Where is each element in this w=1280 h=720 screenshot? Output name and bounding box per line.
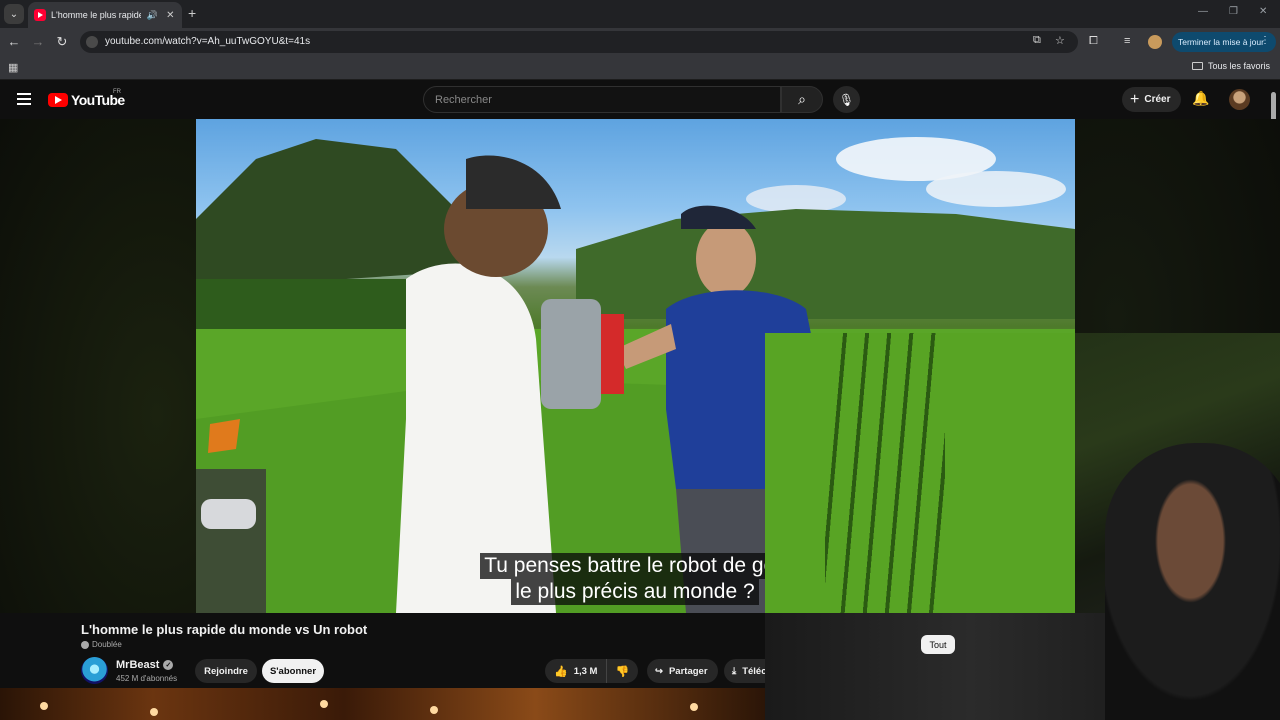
update-button-label: Terminer la mise à jour	[1178, 37, 1264, 47]
close-icon[interactable]: ✕	[165, 10, 176, 21]
subscriber-count: 452 M d'abonnés	[116, 674, 178, 683]
streamer-person	[1105, 443, 1280, 720]
subtitle-line-2: le plus précis au monde ?	[511, 579, 759, 605]
dubbed-voice-icon	[81, 640, 89, 649]
thumbs-up-icon: 👍	[554, 665, 568, 678]
voice-search-button[interactable]: 🎙	[833, 86, 860, 113]
share-arrow-icon: ↪	[655, 665, 663, 677]
search-box	[423, 86, 781, 113]
share-label: Partager	[668, 665, 708, 677]
bookmark-star-icon[interactable]: ☆	[1055, 34, 1065, 47]
browser-toolbar: ← → ↻ youtube.com/watch?v=Ah_uuTwGOYU&t=…	[0, 28, 1280, 56]
search-input[interactable]	[424, 87, 780, 112]
subtitle-line-1: Tu penses battre le robot de golf	[480, 553, 790, 579]
extensions-icon[interactable]: ⧠	[1089, 35, 1098, 48]
create-button[interactable]: + Créer	[1122, 87, 1181, 112]
filter-chip-all[interactable]: Tout	[921, 635, 955, 654]
window-close-icon[interactable]: ✕	[1259, 6, 1267, 17]
search-button[interactable]: ⌕	[781, 86, 823, 113]
verified-check-icon: ✓	[163, 660, 174, 670]
channel-name[interactable]: MrBeast	[116, 659, 159, 671]
download-label: Télécharger	[742, 665, 765, 677]
like-button[interactable]: 👍 1,3 M	[545, 659, 607, 683]
site-info-icon[interactable]	[86, 36, 98, 48]
address-bar[interactable]: youtube.com/watch?v=Ah_uuTwGOYU&t=41s ⧉ …	[80, 31, 1078, 53]
overlay-tire-tracks	[825, 333, 945, 613]
download-button[interactable]: ⤓ Télécharger	[724, 659, 765, 683]
youtube-favicon-icon	[34, 9, 46, 21]
youtube-header: YouTube FR ⌕ 🎙 + Créer 🔔	[0, 81, 1280, 119]
join-button[interactable]: Rejoindre	[195, 659, 257, 683]
apps-grid-icon[interactable]: ▦	[8, 61, 18, 74]
more-vert-icon[interactable]: ⋮	[1260, 35, 1270, 46]
like-count: 1,3 M	[573, 665, 598, 677]
new-tab-button[interactable]: +	[188, 5, 196, 21]
minimize-icon[interactable]: —	[1198, 6, 1208, 17]
channel-avatar[interactable]	[81, 657, 108, 684]
back-arrow-icon[interactable]: ←	[6, 34, 22, 49]
install-app-icon[interactable]: ⧉	[1033, 34, 1041, 47]
browser-tab[interactable]: L'homme le plus rapide du 🔊 ✕	[28, 2, 182, 28]
thumbs-down-icon: 👎	[615, 665, 630, 678]
account-avatar[interactable]	[1229, 89, 1250, 110]
share-button[interactable]: ↪ Partager	[647, 659, 718, 683]
ambient-glow-left	[0, 119, 196, 613]
video-subtitles: Tu penses battre le robot de golf le plu…	[473, 553, 797, 605]
dubbed-badge: Doublée	[81, 640, 122, 649]
bookmarks-bar: ▦ Tous les favoris	[0, 56, 1280, 80]
search-icon: ⌕	[798, 91, 806, 107]
reading-list-icon[interactable]: ≡	[1124, 35, 1130, 47]
all-bookmarks-folder[interactable]: Tous les favoris	[1191, 61, 1270, 71]
country-code: FR	[113, 89, 121, 95]
like-dislike-group: 👍 1,3 M 👎	[545, 659, 638, 683]
folder-icon	[1191, 62, 1203, 70]
subscribe-button[interactable]: S'abonner	[262, 659, 324, 683]
forward-arrow-icon[interactable]: →	[30, 34, 46, 49]
microphone-icon: 🎙	[838, 92, 855, 107]
channel-name-link[interactable]: MrBeast ✓	[116, 659, 174, 671]
speaker-icon[interactable]: 🔊	[146, 10, 159, 21]
webcam-overlay	[765, 333, 1280, 720]
profile-avatar[interactable]	[1148, 35, 1162, 49]
menu-icon[interactable]	[17, 93, 31, 108]
video-title: L'homme le plus rapide du monde vs Un ro…	[81, 622, 368, 637]
plus-icon: +	[1130, 90, 1140, 108]
tab-list-chevron-icon[interactable]: ⌄	[4, 4, 24, 24]
url-text[interactable]: youtube.com/watch?v=Ah_uuTwGOYU&t=41s	[105, 36, 310, 47]
browser-tab-bar: ⌄ L'homme le plus rapide du 🔊 ✕ + — ❐ ✕	[0, 0, 1280, 28]
reload-icon[interactable]: ↻	[54, 34, 70, 50]
download-icon: ⤓	[732, 665, 737, 677]
create-label: Créer	[1144, 94, 1171, 105]
tab-title: L'homme le plus rapide du	[51, 10, 142, 20]
dubbed-label: Doublée	[92, 640, 122, 649]
update-button[interactable]: Terminer la mise à jour ⋮	[1172, 32, 1276, 52]
related-video-preview[interactable]	[0, 688, 765, 720]
all-bookmarks-label: Tous les favoris	[1207, 61, 1270, 71]
youtube-play-logo-icon	[48, 93, 68, 107]
maximize-icon[interactable]: ❐	[1229, 6, 1238, 17]
notifications-bell-icon[interactable]: 🔔	[1192, 90, 1209, 107]
dislike-button[interactable]: 👎	[607, 665, 638, 678]
